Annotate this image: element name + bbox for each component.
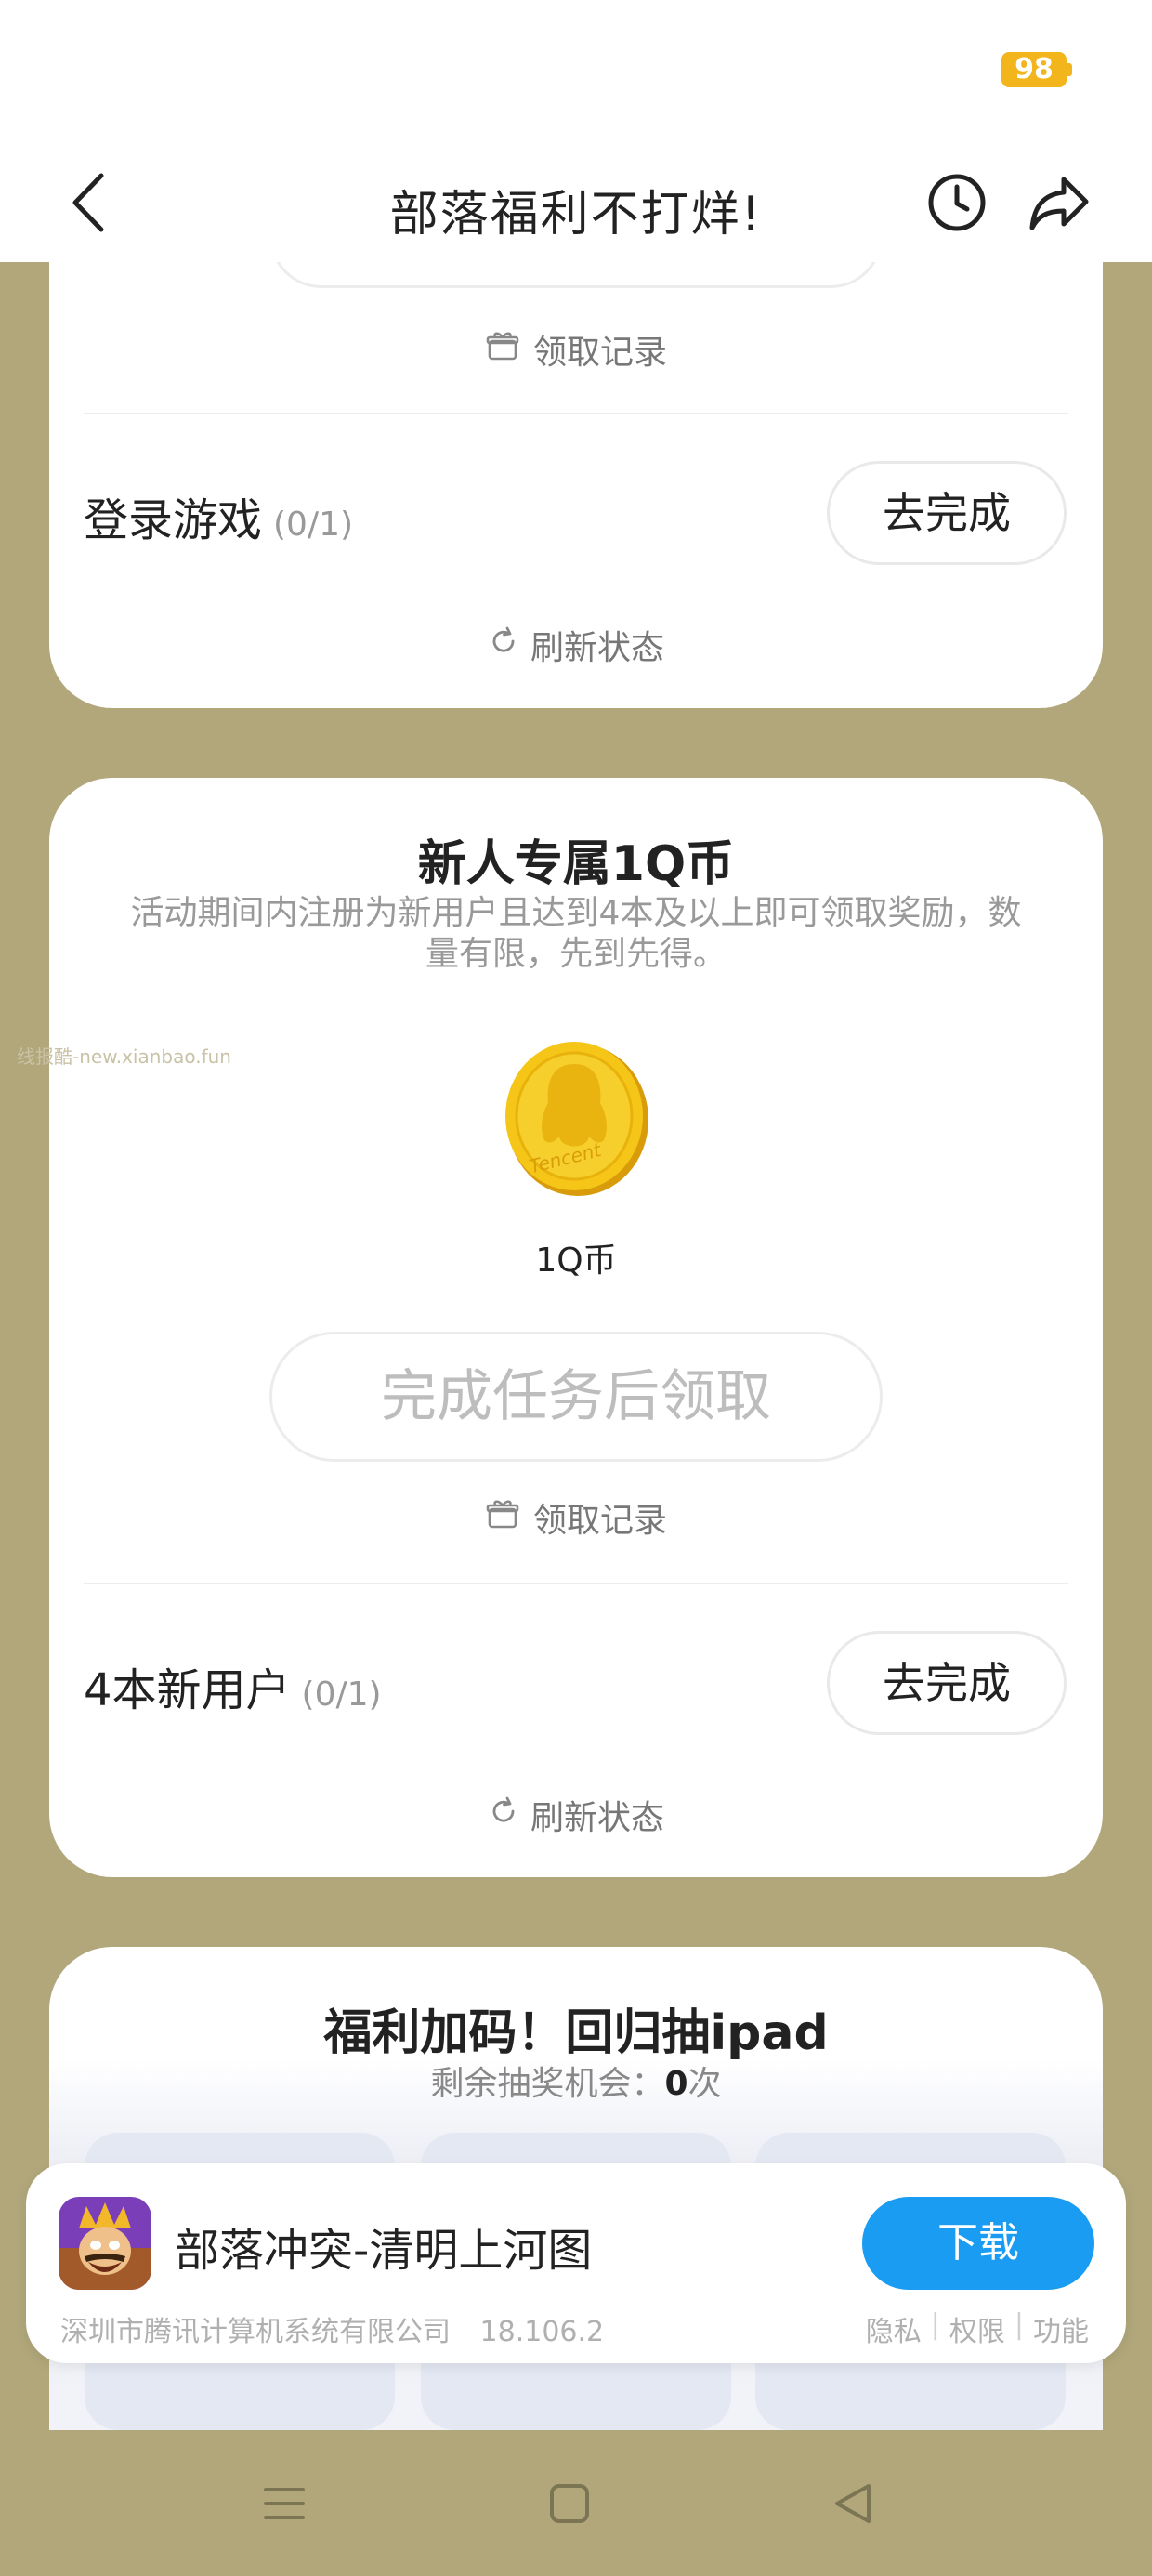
share-icon: [1027, 172, 1092, 237]
app-icon: [59, 2197, 151, 2290]
refresh-status-link[interactable]: 刷新状态: [49, 621, 1103, 669]
remaining-chances-value: 0: [664, 2065, 688, 2103]
clock-icon: [926, 172, 988, 237]
card-description: 活动期间内注册为新用户且达到4本及以上即可领取奖励，数量有限，先到先得。: [130, 894, 1022, 973]
watermark: 线报酷-new.xianbao.fun: [17, 1045, 231, 1068]
download-button[interactable]: 下载: [862, 2197, 1094, 2290]
task-name: 登录游戏: [84, 494, 263, 546]
battery-indicator: 98: [1001, 52, 1072, 87]
back-nav-button[interactable]: [816, 2468, 890, 2543]
status-bar: 98: [0, 0, 1152, 149]
menu-button[interactable]: [247, 2468, 321, 2543]
divider: [84, 1583, 1068, 1584]
remaining-chances: 剩余抽奖机会：0次: [49, 2057, 1103, 2105]
card-title: 新人专属1Q币: [417, 836, 735, 892]
reward-label: 1Q币: [535, 1242, 617, 1280]
task-progress: (0/1): [273, 506, 354, 544]
task-row-login: 登录游戏 (0/1): [84, 483, 353, 548]
system-nav-bar: [0, 2435, 1152, 2576]
separator: |: [1014, 2308, 1024, 2341]
card-title: 福利加码！回归抽ipad: [323, 2005, 829, 2061]
permissions-link[interactable]: 权限: [949, 2308, 1005, 2349]
menu-icon: [261, 2480, 308, 2530]
remaining-chances-suffix: 次: [687, 2065, 722, 2103]
refresh-status-label: 刷新状态: [530, 629, 664, 667]
refresh-icon: [488, 625, 519, 665]
refresh-status-label: 刷新状态: [530, 1799, 664, 1837]
privacy-link[interactable]: 隐私: [866, 2308, 922, 2349]
features-link[interactable]: 功能: [1033, 2308, 1089, 2349]
home-icon: [546, 2480, 593, 2530]
claim-record-label: 领取记录: [532, 334, 667, 372]
app-meta: 深圳市腾讯计算机系统有限公司 18.106.2: [60, 2308, 604, 2349]
task-row-new-user: 4本新用户 (0/1): [84, 1653, 382, 1718]
developer-name: 深圳市腾讯计算机系统有限公司: [60, 2316, 451, 2348]
app-version: 18.106.2: [479, 2316, 605, 2348]
task-progress: (0/1): [301, 1676, 382, 1714]
claim-record-label: 领取记录: [532, 1502, 667, 1540]
claim-after-task-button[interactable]: 完成任务后领取: [269, 1332, 883, 1462]
app-name: 部落冲突-清明上河图: [175, 2225, 593, 2277]
refresh-status-link[interactable]: 刷新状态: [49, 1791, 1103, 1839]
go-complete-button[interactable]: 去完成: [827, 1631, 1067, 1735]
nav-bar: 部落福利不打烊!: [0, 149, 1152, 262]
separator: |: [930, 2308, 940, 2341]
refresh-icon: [488, 1795, 519, 1835]
qcoin-icon: Tencent: [502, 1036, 650, 1198]
gift-icon: [485, 328, 520, 372]
remaining-chances-prefix: 剩余抽奖机会：: [430, 2065, 665, 2103]
home-button[interactable]: [532, 2468, 607, 2543]
go-complete-button[interactable]: 去完成: [827, 461, 1067, 565]
new-user-qcoin-card: 新人专属1Q币 活动期间内注册为新用户且达到4本及以上即可领取奖励，数量有限，先…: [49, 778, 1103, 1877]
task-name: 4本新用户: [84, 1664, 291, 1716]
app-links: 隐私 | 权限 | 功能: [866, 2308, 1089, 2349]
history-button[interactable]: [920, 167, 994, 242]
login-task-card: 领取记录 登录游戏 (0/1) 去完成 刷新状态: [49, 186, 1103, 708]
triangle-back-icon: [830, 2480, 876, 2530]
app-download-banner: 部落冲突-清明上河图 下载 深圳市腾讯计算机系统有限公司 18.106.2 隐私…: [26, 2163, 1126, 2363]
gift-icon: [485, 1496, 520, 1540]
claim-record-link[interactable]: 领取记录: [49, 325, 1103, 374]
divider: [84, 413, 1068, 414]
share-button[interactable]: [1022, 167, 1096, 242]
claim-record-link[interactable]: 领取记录: [49, 1493, 1103, 1542]
